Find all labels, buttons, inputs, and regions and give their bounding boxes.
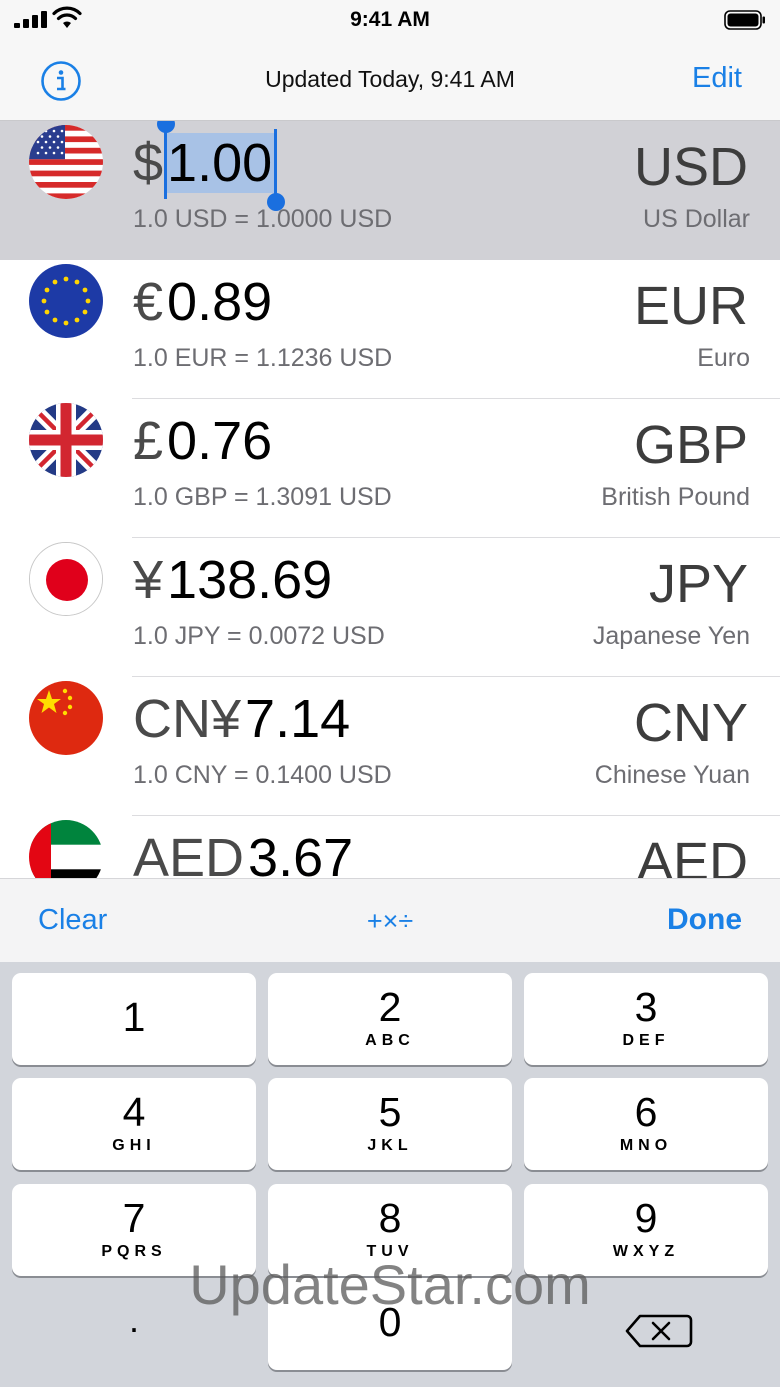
nav-title: Updated Today, 9:41 AM	[265, 66, 515, 92]
done-button[interactable]: Done	[667, 903, 742, 937]
amount-value: 0.89	[167, 272, 273, 332]
key-0[interactable]: 0	[268, 1278, 512, 1370]
currency-symbol: ¥	[133, 550, 164, 610]
amount-display: £0.76	[133, 411, 272, 471]
currency-code: EUR	[633, 276, 748, 336]
key-letters: DEF	[622, 1032, 670, 1049]
status-bar: 9:41 AM	[0, 0, 780, 40]
cn-flag-icon	[29, 681, 103, 755]
key-7[interactable]: 7 PQRS	[12, 1184, 256, 1276]
number-keypad: 1 2 ABC 3 DEF 4 GHI 5 JKL 6 MNO 7 PQRS 8…	[0, 962, 780, 1387]
currency-row-gbp[interactable]: £0.76 1.0 GBP = 1.3091 USD GBP British P…	[0, 399, 780, 538]
key-digit: 3	[634, 984, 658, 1030]
currency-code: CNY	[633, 693, 748, 753]
key-letters: MNO	[619, 1137, 673, 1154]
key-6[interactable]: 6 MNO	[524, 1078, 768, 1170]
amount-display: ¥138.69	[133, 550, 332, 610]
key-digit: 6	[634, 1089, 658, 1135]
eu-flag-icon	[29, 264, 103, 338]
key-letters: TUV	[366, 1243, 414, 1260]
key-digit: 9	[634, 1195, 658, 1241]
exchange-rate: 1.0 JPY = 0.0072 USD	[133, 622, 385, 650]
us-flag-icon	[29, 125, 103, 199]
ae-flag-icon	[29, 820, 103, 878]
currency-code: JPY	[648, 554, 748, 614]
key-digit: 2	[378, 984, 402, 1030]
currency-list: $1.00 1.0 USD = 1.0000 USD USD US Dollar…	[0, 121, 780, 878]
status-time: 9:41 AM	[350, 8, 430, 31]
amount-value: 0.76	[167, 411, 273, 471]
key-digit: 0	[378, 1299, 402, 1345]
currency-name: Japanese Yen	[592, 622, 750, 650]
currency-row-aed[interactable]: AED3.67 AED	[0, 816, 780, 878]
currency-name: Chinese Yuan	[594, 761, 750, 789]
key-digit: 4	[122, 1089, 146, 1135]
currency-name: British Pound	[601, 483, 750, 511]
key-9[interactable]: 9 WXYZ	[524, 1184, 768, 1276]
selection-handle-start[interactable]	[157, 121, 176, 199]
currency-row-usd[interactable]: $1.00 1.0 USD = 1.0000 USD USD US Dollar	[0, 121, 780, 260]
exchange-rate: 1.0 EUR = 1.1236 USD	[133, 344, 393, 372]
key-digit: 1	[122, 994, 146, 1040]
key-3[interactable]: 3 DEF	[524, 973, 768, 1065]
currency-row-jpy[interactable]: ¥138.69 1.0 JPY = 0.0072 USD JPY Japanes…	[0, 538, 780, 677]
backspace-key[interactable]	[523, 1278, 767, 1370]
keyboard-accessory-bar: Clear +×÷ Done	[0, 878, 780, 962]
uk-flag-icon	[29, 403, 103, 477]
exchange-rate: 1.0 USD = 1.0000 USD	[133, 205, 393, 233]
key-letters: JKL	[367, 1137, 413, 1154]
key-4[interactable]: 4 GHI	[12, 1078, 256, 1170]
key-letters: WXYZ	[612, 1243, 680, 1260]
battery-icon	[724, 10, 765, 30]
amount-display: €0.89	[133, 272, 272, 332]
key-8[interactable]: 8 TUV	[268, 1184, 512, 1276]
amount-value: 3.67	[248, 828, 354, 878]
currency-name: US Dollar	[643, 205, 750, 233]
currency-name: Euro	[697, 344, 750, 372]
key-digit: 7	[122, 1195, 146, 1241]
currency-row-eur[interactable]: €0.89 1.0 EUR = 1.1236 USD EUR Euro	[0, 260, 780, 399]
currency-symbol: AED	[133, 828, 245, 878]
amount-value: 7.14	[245, 689, 351, 749]
currency-symbol: £	[133, 411, 164, 471]
currency-code: AED	[636, 832, 748, 878]
key-digit: 5	[378, 1089, 402, 1135]
key-1[interactable]: 1	[12, 973, 256, 1065]
exchange-rate: 1.0 CNY = 0.1400 USD	[133, 761, 392, 789]
amount-display: AED3.67	[133, 828, 353, 878]
amount-input[interactable]: 1.00	[157, 121, 286, 211]
currency-symbol: €	[133, 272, 164, 332]
nav-bar: Updated Today, 9:41 AM Edit	[0, 40, 780, 121]
key-letters: ABC	[365, 1032, 415, 1049]
amount-value: 138.69	[167, 550, 333, 610]
currency-symbol: $	[133, 133, 164, 193]
amount-value: 1.00	[167, 133, 273, 193]
key-5[interactable]: 5 JKL	[268, 1078, 512, 1170]
amount-display: $1.00	[133, 121, 286, 211]
edit-button[interactable]: Edit	[692, 62, 742, 95]
key-digit: .	[128, 1299, 139, 1340]
currency-symbol: CN¥	[133, 689, 242, 749]
key-decimal[interactable]: .	[12, 1278, 256, 1370]
key-digit: 8	[378, 1195, 402, 1241]
selection-handle-end[interactable]	[267, 129, 286, 211]
key-2[interactable]: 2 ABC	[268, 973, 512, 1065]
key-letters: PQRS	[101, 1243, 167, 1260]
currency-code: USD	[633, 137, 748, 197]
jp-flag-icon	[29, 542, 103, 616]
backspace-icon	[625, 1314, 693, 1348]
key-letters: GHI	[112, 1137, 156, 1154]
amount-display: CN¥7.14	[133, 689, 350, 749]
exchange-rate: 1.0 GBP = 1.3091 USD	[133, 483, 392, 511]
operators-button[interactable]: +×÷	[0, 906, 780, 937]
currency-code: GBP	[633, 415, 748, 475]
currency-row-cny[interactable]: CN¥7.14 1.0 CNY = 0.1400 USD CNY Chinese…	[0, 677, 780, 816]
